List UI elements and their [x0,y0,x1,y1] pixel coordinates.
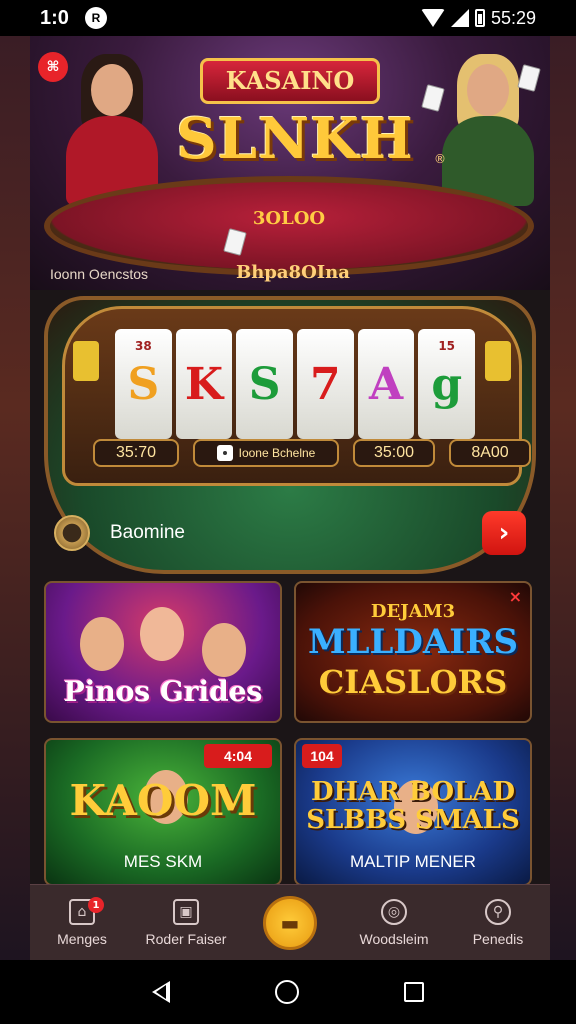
close-icon[interactable]: × [509,587,522,606]
table-label: 3OLOO [252,208,326,229]
status-bar: 1:0 R 55:29 [0,0,576,36]
hero-caption-right: Bhpa8OIna [236,262,350,283]
background-panel-right [546,36,576,964]
hero-banner[interactable]: 3OLOO ⌘ KASAINO SLNKH ® Ioonn Oencstos B… [30,36,550,290]
nav-item-center[interactable]: ▬ [238,885,342,960]
trademark-symbol: ® [434,152,446,166]
nav-item-menges[interactable]: ⌂ 1 Menges [30,885,134,960]
slot-light-icon [485,341,511,381]
nav-label: Penedis [472,930,524,947]
slot-machine-icon[interactable]: ▬ [263,895,317,950]
game-tile-kaoom[interactable]: 4:04 KAOOM MES SKM [44,738,282,886]
dice-icon [216,445,233,461]
hero-caption-left: Ioonn Oencstos [50,266,149,282]
notification-badge: 1 [88,897,104,913]
game-title: DHAR BOLAD SLBBS SMALS [306,777,520,835]
home-circle-icon[interactable] [274,980,299,1004]
count-badge: 104 [302,744,342,768]
character-illustration [202,623,246,677]
briefcase-icon: ▣ [173,898,199,925]
slot-reel: A [357,329,415,439]
character-illustration [80,617,124,671]
nav-item-roder-faiser[interactable]: ▣ Roder Faiser [134,885,238,960]
slot-reels: 38 S K S 7 A 15 g [115,329,476,439]
casino-table-illustration: 3OLOO [44,176,534,276]
slot-light-icon [73,341,99,381]
slot-reel: S [236,329,294,439]
status-left: 1:0 R [40,7,107,30]
system-navigation-bar [0,960,576,1024]
character-illustration [140,607,184,661]
hero-subtitle: KASAINO [200,58,380,104]
slot-stat-far-right[interactable]: 8A00 [449,439,531,467]
signal-icon [450,9,469,27]
timer-badge: 4:04 [204,744,272,768]
slot-reel: 7 [297,329,354,439]
game-caption: MES SKM [123,852,203,871]
slot-frame: 38 S K S 7 A 15 g 35:70 Ioone Bchelne 35:0… [62,306,531,486]
game-title-secondary: CIASLORS [318,663,508,701]
slot-reel: 38 S [115,329,172,439]
slot-stat-left: 35:70 [93,439,179,467]
hero-title: SLNKH [176,106,414,172]
nav-label: Roder Faiser [145,930,227,947]
game-tile-maltip-mener[interactable]: 104 DHAR BOLAD SLBBS SMALS MALTIP MENER [294,738,532,886]
status-time: 1:0 [40,6,69,29]
slot-stat-right: 35:00 [353,439,435,467]
game-tile-mlldairs[interactable]: DEJAM3 MLLDAIRS CIASLORS × [294,581,532,723]
status-clock: 55:29 [490,7,536,28]
game-title: MLLDAIRS [307,622,519,662]
promo-row[interactable]: Baomine › [30,508,550,558]
bottom-navigation: ⌂ 1 Menges ▣ Roder Faiser ▬ ◎ Woodsleim … [30,884,550,960]
nav-item-penedis[interactable]: ⚲ Penedis [446,885,550,960]
dealer-illustration-left [56,54,166,206]
search-icon: ⚲ [485,898,511,925]
promo-label: Baomine [110,522,185,543]
back-icon[interactable] [152,981,171,1003]
notification-icon: R [84,7,107,29]
recent-apps-icon[interactable] [403,982,424,1002]
coin-icon [54,515,90,551]
nav-label: Woodsleim [359,930,429,947]
game-title: KAOOM [69,776,257,825]
nav-item-woodsleim[interactable]: ◎ Woodsleim [342,885,446,960]
game-tag: DEJAM3 [370,601,456,622]
next-arrow-button[interactable]: › [482,511,526,555]
slot-reel: 15 g [418,329,476,439]
game-title: Pinos Grides [63,675,263,708]
battery-icon [474,9,485,27]
slot-stat-middle-label: Ioone Bchelne [238,446,316,460]
background-panel-left [0,36,30,964]
target-icon: ◎ [381,898,407,925]
hero-badge-icon[interactable]: ⌘ [38,52,68,82]
status-right: 55:29 [420,7,536,29]
wifi-icon [420,9,445,27]
casino-app: 3OLOO ⌘ KASAINO SLNKH ® Ioonn Oencstos B… [30,36,550,960]
game-tile-pinos-grides[interactable]: Pinos Grides [44,581,282,723]
slot-reel: K [175,329,233,439]
slot-stat-middle[interactable]: Ioone Bchelne [193,439,339,467]
nav-label: Menges [57,930,107,947]
game-caption: MALTIP MENER [350,852,476,871]
